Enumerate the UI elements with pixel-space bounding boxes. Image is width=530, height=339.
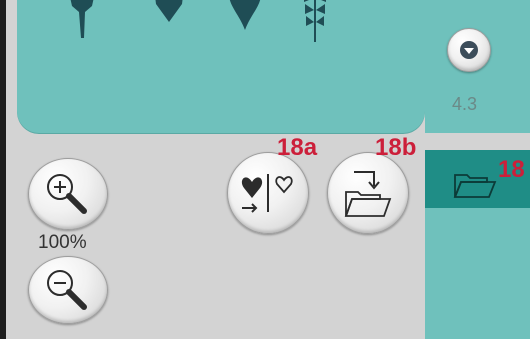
right-panel-lower — [425, 208, 530, 339]
load-file-button[interactable] — [327, 152, 409, 234]
stitch-selection-panel — [17, 0, 425, 133]
callout-18b: 18b — [375, 134, 417, 161]
magnifier-plus-icon — [47, 174, 87, 214]
version-label: 4.3 — [452, 94, 478, 114]
callout-18a: 18a — [277, 134, 318, 161]
folder-open-icon — [453, 174, 497, 198]
heart-favorite-icon — [241, 174, 293, 213]
leaf-stitch-2-icon[interactable] — [152, 0, 186, 30]
leaf-stitch-1-icon[interactable] — [65, 0, 99, 40]
folder-load-icon — [344, 171, 392, 217]
fern-stitch-icon[interactable] — [302, 0, 328, 44]
zoom-out-button[interactable] — [28, 256, 108, 324]
magnifier-minus-icon — [47, 270, 87, 310]
chevron-down-icon — [460, 41, 478, 59]
zoom-level: 100% — [38, 232, 87, 253]
left-edge-border — [0, 0, 6, 339]
scroll-down-button[interactable] — [447, 28, 491, 72]
zoom-in-button[interactable] — [28, 158, 108, 230]
callout-18c: 18 — [498, 156, 525, 183]
heart-stitch-icon[interactable] — [227, 0, 263, 38]
add-to-favorites-button[interactable] — [227, 152, 309, 234]
